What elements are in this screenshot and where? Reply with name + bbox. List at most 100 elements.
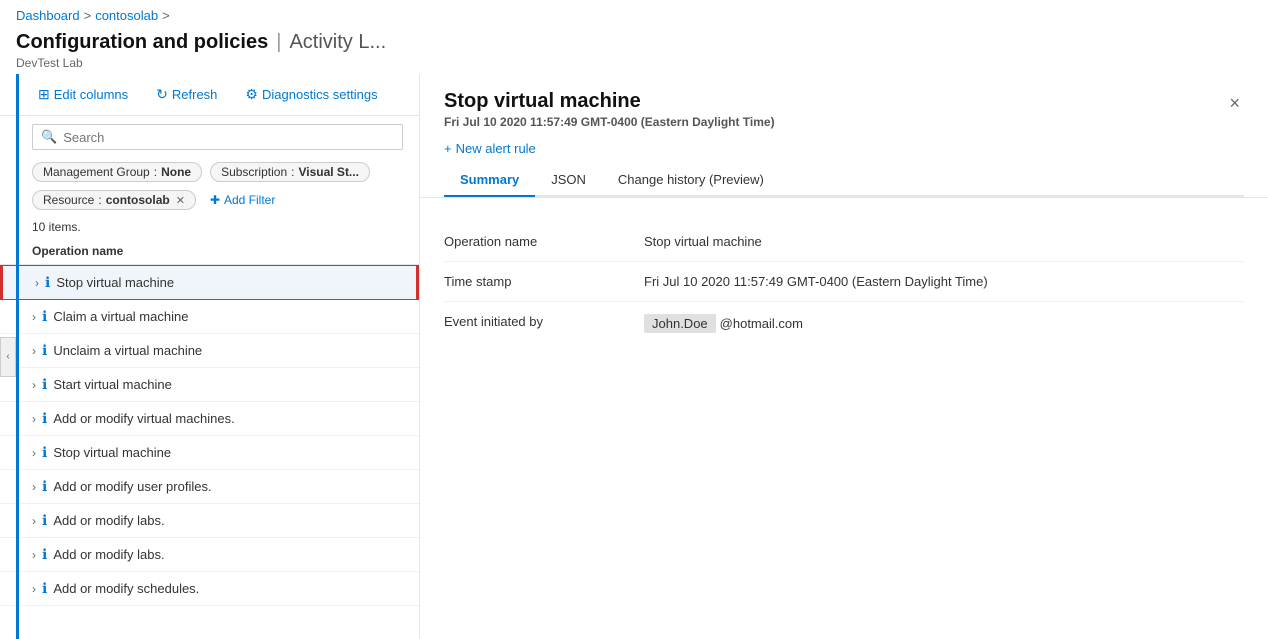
info-icon: ℹ (42, 410, 47, 427)
left-panel: ‹ ⊞ Edit columns ↻ Refresh ⚙ Diagnostics… (0, 74, 420, 639)
resource-separator: : (98, 193, 101, 207)
refresh-label: Refresh (172, 87, 218, 102)
new-alert-rule-plus-icon: + (444, 141, 452, 156)
close-button[interactable]: × (1225, 90, 1244, 116)
edit-columns-button[interactable]: ⊞ Edit columns (32, 82, 134, 107)
add-filter-plus-icon: ✚ (210, 193, 220, 207)
panel-title-main: Stop virtual machine (444, 90, 775, 113)
refresh-button[interactable]: ↻ Refresh (150, 82, 223, 107)
search-input[interactable] (63, 130, 394, 145)
list-item[interactable]: › ℹ Claim a virtual machine (0, 300, 419, 334)
info-icon: ℹ (42, 580, 47, 597)
items-count: 10 items. (0, 214, 419, 238)
chevron-right-icon: › (32, 378, 36, 392)
user-name: John.Doe (644, 314, 716, 333)
user-domain: @hotmail.com (716, 314, 803, 333)
toggle-icon: ‹ (6, 351, 9, 362)
resource-filter-remove[interactable]: ✕ (176, 194, 185, 207)
chevron-right-icon: › (32, 344, 36, 358)
refresh-icon: ↻ (156, 86, 168, 103)
page-title-row: Configuration and policies | Activity L.… (16, 31, 1252, 54)
diagnostics-label: Diagnostics settings (262, 87, 378, 102)
event-initiated-label: Event initiated by (444, 314, 644, 329)
column-header-operation-name: Operation name (32, 244, 123, 258)
breadcrumb-sep2: > (162, 8, 170, 23)
breadcrumb-contosolab[interactable]: contosolab (95, 8, 158, 23)
panel-body: Operation name Stop virtual machine Time… (420, 198, 1268, 639)
breadcrumb: Dashboard > contosolab > (0, 0, 1268, 31)
list-item[interactable]: › ℹ Start virtual machine (0, 368, 419, 402)
timestamp-value: Fri Jul 10 2020 11:57:49 GMT-0400 (Easte… (644, 274, 1244, 289)
breadcrumb-sep1: > (84, 8, 92, 23)
panel-header: Stop virtual machine Fri Jul 10 2020 11:… (420, 74, 1268, 198)
operation-name-row: Operation name Stop virtual machine (444, 222, 1244, 262)
table-header: Operation name (0, 238, 419, 265)
diagnostics-button[interactable]: ⚙ Diagnostics settings (239, 82, 383, 107)
page-subtitle-text: Activity L... (289, 31, 386, 54)
toolbar: ⊞ Edit columns ↻ Refresh ⚙ Diagnostics s… (0, 74, 419, 116)
timestamp-label: Time stamp (444, 274, 644, 289)
panel-timestamp: Fri Jul 10 2020 11:57:49 GMT-0400 (Easte… (444, 115, 775, 129)
chevron-right-icon: › (32, 582, 36, 596)
new-alert-rule-button[interactable]: + New alert rule (444, 129, 536, 164)
detail-table: Operation name Stop virtual machine Time… (444, 222, 1244, 345)
list-item-name: Add or modify labs. (53, 547, 164, 562)
management-group-value: None (161, 165, 191, 179)
list-item[interactable]: › ℹ Add or modify user profiles. (0, 470, 419, 504)
operation-name-label: Operation name (444, 234, 644, 249)
management-group-label: Management Group (43, 165, 150, 179)
chevron-right-icon: › (35, 276, 39, 290)
tab-summary[interactable]: Summary (444, 164, 535, 197)
resource-label: Resource (43, 193, 94, 207)
list-item-name: Add or modify virtual machines. (53, 411, 234, 426)
chevron-right-icon: › (32, 548, 36, 562)
breadcrumb-dashboard[interactable]: Dashboard (16, 8, 80, 23)
list-item[interactable]: › ℹ Stop virtual machine (0, 436, 419, 470)
management-group-separator: : (154, 165, 157, 179)
chevron-right-icon: › (32, 480, 36, 494)
main-layout: ‹ ⊞ Edit columns ↻ Refresh ⚙ Diagnostics… (0, 74, 1268, 639)
operation-name-value: Stop virtual machine (644, 234, 1244, 249)
list-item-name: Add or modify schedules. (53, 581, 199, 596)
panel-title-row: Stop virtual machine Fri Jul 10 2020 11:… (444, 90, 1244, 129)
edit-columns-label: Edit columns (54, 87, 128, 102)
info-icon: ℹ (42, 342, 47, 359)
subscription-separator: : (291, 165, 294, 179)
list-item[interactable]: › ℹ Unclaim a virtual machine (0, 334, 419, 368)
list-item[interactable]: › ℹ Stop virtual machine (0, 265, 419, 300)
chevron-right-icon: › (32, 514, 36, 528)
page-lab-name: DevTest Lab (16, 56, 1252, 70)
list-item-name: Stop virtual machine (56, 275, 174, 290)
search-icon: 🔍 (41, 129, 57, 145)
diagnostics-icon: ⚙ (245, 86, 258, 103)
side-toggle-button[interactable]: ‹ (0, 337, 16, 377)
add-filter-button[interactable]: ✚ Add Filter (204, 191, 281, 209)
right-panel: Stop virtual machine Fri Jul 10 2020 11:… (420, 74, 1268, 639)
info-icon: ℹ (45, 274, 50, 291)
page-title: Configuration and policies (16, 31, 268, 54)
info-icon: ℹ (42, 308, 47, 325)
vertical-divider (16, 74, 19, 639)
list-item[interactable]: › ℹ Add or modify schedules. (0, 572, 419, 606)
subscription-filter: Subscription : Visual St... (210, 162, 370, 182)
panel-title-text: Stop virtual machine Fri Jul 10 2020 11:… (444, 90, 775, 129)
edit-columns-icon: ⊞ (38, 86, 50, 103)
tab-change_history[interactable]: Change history (Preview) (602, 164, 780, 197)
list-item-name: Unclaim a virtual machine (53, 343, 202, 358)
list-item-name: Add or modify labs. (53, 513, 164, 528)
search-wrapper: 🔍 (32, 124, 403, 150)
filter-bar: Management Group : None Subscription : V… (0, 158, 419, 214)
new-alert-rule-label: New alert rule (456, 141, 536, 156)
list-item[interactable]: › ℹ Add or modify labs. (0, 538, 419, 572)
chevron-right-icon: › (32, 412, 36, 426)
list-item-name: Start virtual machine (53, 377, 172, 392)
list-item[interactable]: › ℹ Add or modify virtual machines. (0, 402, 419, 436)
user-badge: John.Doe @hotmail.com (644, 314, 803, 333)
tabs-bar: SummaryJSONChange history (Preview) (444, 164, 1244, 197)
info-icon: ℹ (42, 512, 47, 529)
page-header: Configuration and policies | Activity L.… (0, 31, 1268, 74)
tab-json[interactable]: JSON (535, 164, 602, 197)
info-icon: ℹ (42, 444, 47, 461)
list-container: › ℹ Stop virtual machine › ℹ Claim a vir… (0, 265, 419, 639)
list-item[interactable]: › ℹ Add or modify labs. (0, 504, 419, 538)
